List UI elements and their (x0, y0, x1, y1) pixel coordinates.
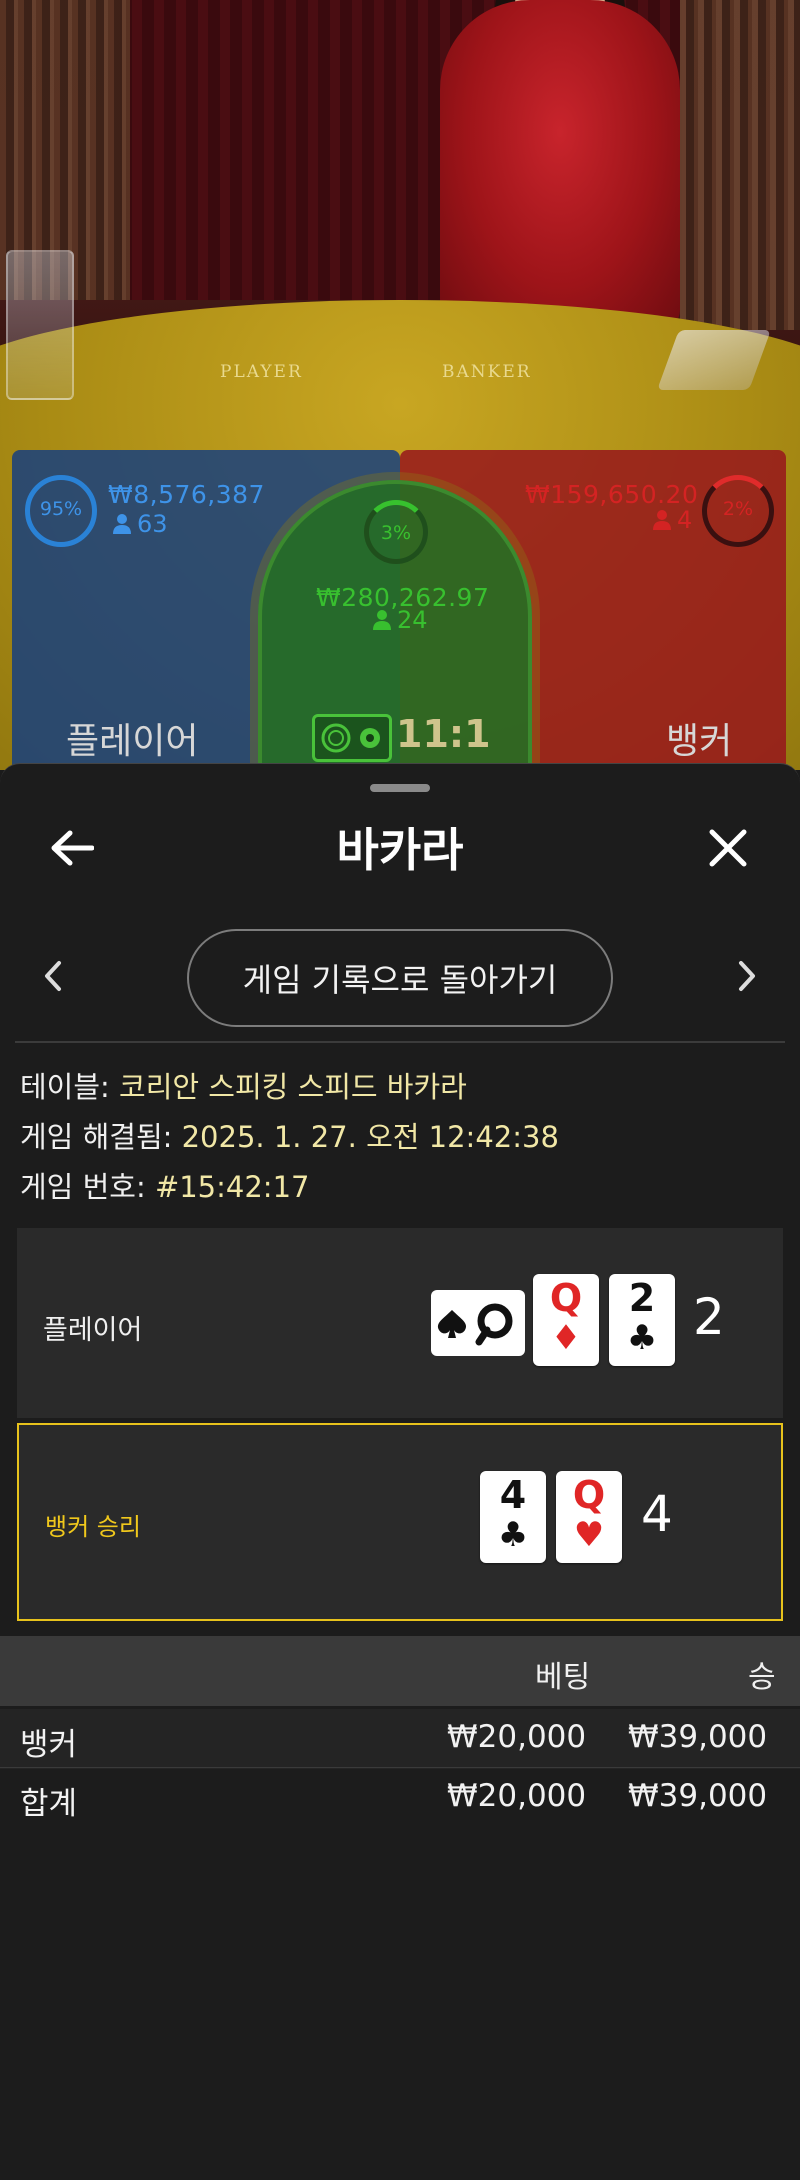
banker-spot-label: 뱅커 (666, 721, 733, 762)
card-suit: ♦ (550, 1318, 582, 1358)
player-card-1: Q ♦ (533, 1274, 599, 1366)
person-icon (653, 510, 671, 530)
table-row: 뱅커 ₩20,000 ₩39,000 (0, 1709, 800, 1769)
player-card-2: 2 ♣ (609, 1274, 675, 1366)
player-score: 2 (693, 1288, 725, 1346)
decor-right (680, 0, 800, 330)
row-win: ₩39,000 (628, 1719, 768, 1755)
player-hand: 플레이어 Q ♠ Q ♦ 2 ♣ 2 (17, 1228, 783, 1418)
player-bet-total: ₩8,576,387 (108, 480, 265, 509)
resolved-label: 게임 해결됨: (20, 1120, 182, 1154)
card-suit: ♥ (573, 1515, 605, 1555)
card-rank: 2 (628, 1276, 656, 1320)
chevron-right-icon (739, 961, 755, 991)
next-game-button[interactable] (722, 944, 772, 1008)
history-detail-sheet: 바카라 게임 기록으로 돌아가기 테이블: 코리안 스피킹 스피드 바카라 게임… (0, 763, 800, 2180)
banker-hand-label: 뱅커 승리 (45, 1513, 141, 1541)
table-name: 코리안 스피킹 스피드 바카라 (119, 1070, 467, 1104)
banker-percent: 2% (722, 498, 754, 520)
back-to-history-button[interactable]: 게임 기록으로 돌아가기 (187, 929, 613, 1027)
row-name: 뱅커 (20, 1727, 78, 1763)
person-icon (113, 514, 131, 534)
close-button[interactable] (696, 816, 760, 880)
chevron-left-icon (45, 961, 61, 991)
player-percent: 95% (39, 498, 83, 520)
player-hand-label: 플레이어 (43, 1315, 143, 1346)
sheet-handle[interactable] (370, 784, 430, 792)
card-shoe (6, 250, 74, 400)
player-bettor-count: 63 (137, 510, 168, 538)
third-card: Q ♠ (431, 1290, 525, 1356)
row-bet: ₩20,000 (447, 1719, 587, 1755)
banker-hand: 뱅커 승리 4 ♣ Q ♥ 4 (17, 1423, 783, 1621)
player-spot-label: 플레이어 (66, 721, 199, 762)
results-table-header: 베팅 승 (0, 1636, 800, 1706)
player-bettors: 63 (113, 510, 168, 538)
bet-column-header: 베팅 (535, 1660, 591, 1695)
banker-bet-total: ₩159,650.20 (525, 480, 699, 509)
row-name: 합계 (20, 1786, 78, 1822)
win-column-header: 승 (748, 1660, 776, 1695)
banker-card-2: Q ♥ (556, 1471, 622, 1563)
tie-chip-icon (312, 714, 392, 762)
resolved-line: 게임 해결됨: 2025. 1. 27. 오전 12:42:38 (20, 1114, 559, 1156)
sheet-title: 바카라 (336, 823, 464, 877)
banker-score: 4 (641, 1485, 673, 1543)
dealer (440, 0, 680, 330)
tie-bettor-count: 24 (397, 606, 428, 634)
banker-bettors: 4 (653, 506, 692, 534)
banker-card-1: 4 ♣ (480, 1471, 546, 1563)
card-suit: ♣ (497, 1515, 529, 1555)
card-rank: Q (572, 1473, 606, 1517)
felt-player-label: PLAYER (220, 362, 303, 382)
game-number-line: 게임 번호: #15:42:17 (20, 1164, 309, 1206)
tie-bettors: 24 (373, 606, 428, 634)
table-name-line: 테이블: 코리안 스피킹 스피드 바카라 (20, 1064, 467, 1106)
row-win: ₩39,000 (628, 1778, 768, 1814)
tie-percent: 3% (380, 522, 412, 544)
game-number: #15:42:17 (154, 1170, 310, 1204)
tie-payout: 11:1 (396, 712, 491, 756)
person-icon (373, 610, 391, 630)
card-rank: Q (549, 1276, 583, 1320)
divider (15, 1041, 785, 1043)
table-label: 테이블: (20, 1070, 120, 1104)
game-number-label: 게임 번호: (20, 1170, 155, 1204)
felt-banker-label: BANKER (442, 362, 532, 382)
table-row-total: 합계 ₩20,000 ₩39,000 (0, 1767, 800, 1827)
previous-game-button[interactable] (28, 944, 78, 1008)
close-icon (709, 829, 747, 867)
card-suit: ♣ (626, 1318, 658, 1358)
resolved-time: 2025. 1. 27. 오전 12:42:38 (181, 1120, 559, 1154)
card-rank: 4 (499, 1473, 527, 1517)
banker-bettor-count: 4 (677, 506, 693, 534)
row-bet: ₩20,000 (447, 1778, 587, 1814)
